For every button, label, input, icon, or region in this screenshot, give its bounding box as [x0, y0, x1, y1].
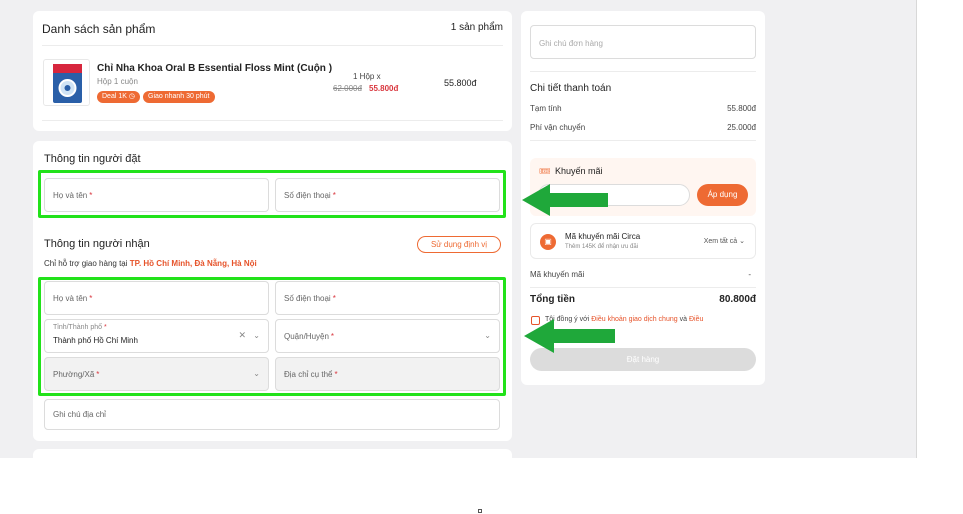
product-new-price: 55.800đ — [369, 84, 399, 93]
product-name[interactable]: Chỉ Nha Khoa Oral B Essential Floss Mint… — [97, 63, 332, 74]
orderer-section-title: Thông tin người đặt — [44, 153, 141, 165]
delivery-coverage-note: Chỉ hỗ trợ giao hàng tại TP. Hồ Chí Minh… — [44, 259, 257, 268]
voucher-title: Mã khuyến mãi Circa — [565, 232, 641, 241]
divider — [530, 71, 756, 72]
deal-tag: Deal 1K ◷ — [97, 91, 140, 103]
product-old-price: 62.000đ — [333, 84, 362, 93]
divider — [42, 120, 503, 121]
subtotal-label: Tạm tính — [530, 104, 562, 113]
product-variant: Hộp 1 cuộn — [97, 77, 138, 86]
order-note-input[interactable]: Ghi chú đơn hàng — [530, 25, 756, 59]
payment-details-title: Chi tiết thanh toán — [530, 83, 612, 94]
receiver-section-title: Thông tin người nhận — [44, 238, 150, 250]
product-list-card: Danh sách sản phẩm 1 sản phẩm Chỉ Nha Kh… — [33, 11, 512, 131]
receiver-highlight-box — [38, 277, 506, 396]
voucher-selector[interactable]: ▣ Mã khuyến mãi Circa Thêm 145K để nhận … — [530, 223, 756, 259]
promo-code-label: Mã khuyến mãi — [530, 270, 585, 279]
coverage-prefix: Chỉ hỗ trợ giao hàng tại — [44, 259, 128, 268]
chevron-down-icon: ⌄ — [739, 238, 745, 245]
view-all-vouchers-link[interactable]: Xem tất cả ⌄ — [704, 237, 745, 245]
divider — [42, 45, 503, 46]
terms-and: và — [679, 316, 687, 323]
product-count: 1 sản phẩm — [450, 22, 503, 33]
use-location-button[interactable]: Sử dụng định vị — [417, 236, 501, 253]
orderer-highlight-box — [38, 170, 506, 218]
fast-delivery-tag: Giao nhanh 30 phút — [143, 91, 215, 103]
product-quantity: 1 Hộp x — [353, 72, 381, 81]
voucher-subtitle: Thêm 145K để nhận ưu đãi — [565, 244, 639, 250]
divider — [530, 287, 756, 288]
clock-icon: ◷ — [128, 93, 135, 100]
subtotal-value: 55.800đ — [727, 104, 756, 113]
promo-code-value: - — [748, 270, 751, 279]
divider — [530, 140, 756, 141]
terms-link-2[interactable]: Điều — [689, 316, 703, 323]
arrow-left-icon — [524, 319, 615, 353]
voucher-icon: ▣ — [540, 234, 556, 250]
order-note-placeholder: Ghi chú đơn hàng — [539, 39, 603, 48]
checkout-page: Danh sách sản phẩm 1 sản phẩm Chỉ Nha Kh… — [0, 0, 916, 458]
apply-promo-button[interactable]: Áp dụng — [697, 184, 748, 206]
resize-handle — [478, 509, 482, 513]
shipping-value: 25.000đ — [727, 123, 756, 132]
product-thumbnail[interactable] — [43, 59, 90, 106]
shipping-label: Phí vận chuyển — [530, 123, 586, 132]
total-value: 80.800đ — [719, 294, 756, 305]
coverage-cities: TP. Hồ Chí Minh, Đà Nẵng, Hà Nội — [129, 259, 257, 268]
deal-tag-label: Deal 1K — [102, 93, 127, 100]
product-line-total: 55.800đ — [444, 78, 477, 88]
address-note-label: Ghi chú địa chỉ — [53, 410, 106, 419]
page-edge — [916, 0, 917, 458]
promotion-title: Khuyến mãi — [555, 166, 603, 176]
arrow-left-icon — [522, 184, 608, 216]
ticket-icon: 🎟 — [539, 166, 551, 176]
total-label: Tổng tiền — [530, 294, 575, 305]
address-note-field[interactable]: Ghi chú địa chỉ — [44, 399, 500, 430]
view-all-label: Xem tất cả — [703, 238, 738, 245]
next-section-card — [33, 449, 512, 458]
product-list-title: Danh sách sản phẩm — [42, 22, 156, 36]
